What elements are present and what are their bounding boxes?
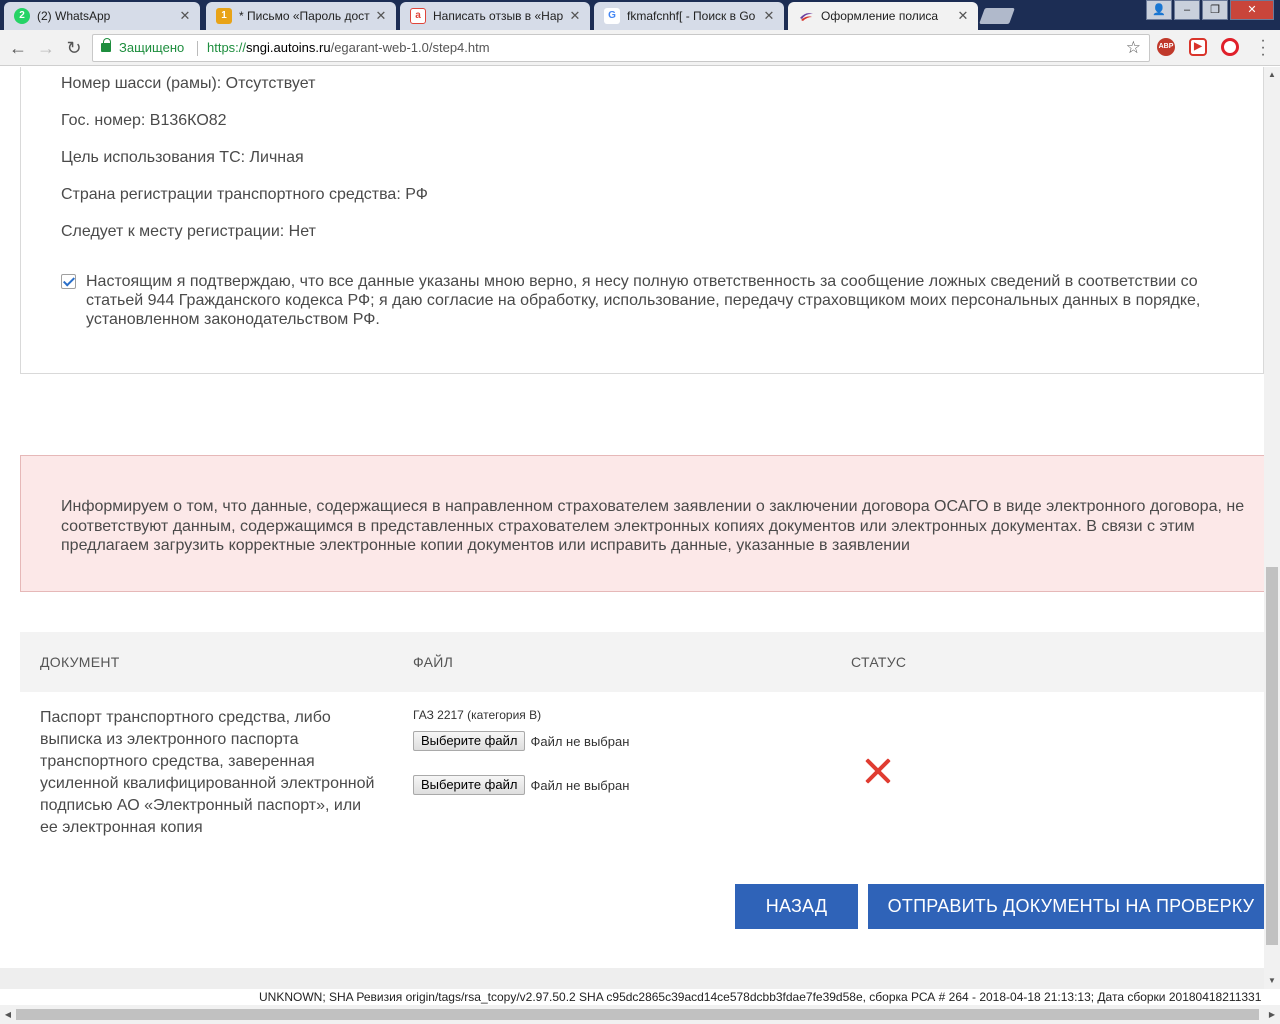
tab-oformlenie[interactable]: Оформление полиса ✕ <box>788 2 978 30</box>
close-icon[interactable]: ✕ <box>762 8 776 24</box>
build-info: UNKNOWN; SHA Ревизия origin/tags/rsa_tco… <box>259 990 1262 1004</box>
file-caption: ГАЗ 2217 (категория В) <box>413 708 542 722</box>
lock-icon <box>101 38 111 52</box>
back-arrow-icon[interactable]: ← <box>6 36 30 60</box>
bookmark-star-icon[interactable]: ☆ <box>1126 35 1141 61</box>
tab-title: fkmafcnhf[ - Поиск в Go <box>627 9 756 23</box>
column-file: ФАЙЛ <box>413 654 454 670</box>
maximize-icon[interactable]: ❐ <box>1202 0 1228 20</box>
warning-alert: Информируем о том, что данные, содержащи… <box>20 455 1264 592</box>
choose-file-button[interactable]: Выберите файл <box>413 775 526 795</box>
mail-icon: 1 <box>216 8 232 24</box>
tab-title: Написать отзыв в «Нар <box>433 9 564 23</box>
opera-icon[interactable] <box>1221 38 1239 56</box>
secure-label: Защищено <box>119 40 185 55</box>
tab-mail[interactable]: 1 * Письмо «Пароль досту ✕ <box>206 2 396 30</box>
close-icon[interactable]: ✕ <box>374 8 388 24</box>
url-path: /egarant-web-1.0/step4.htm <box>330 40 490 55</box>
tab-strip: 2 (2) WhatsApp ✕ 1 * Письмо «Пароль дост… <box>0 0 1280 30</box>
vehicle-chassis: Номер шасси (рамы): Отсутствует <box>61 75 316 92</box>
page-viewport: Номер шасси (рамы): Отсутствует Гос. ном… <box>0 67 1264 989</box>
cross-icon <box>864 757 892 785</box>
tab-irecommend[interactable]: a Написать отзыв в «Нар ✕ <box>400 2 590 30</box>
window-close-icon[interactable]: ✕ <box>1230 0 1274 20</box>
extension-icon[interactable]: ▶ <box>1189 38 1207 56</box>
vehicle-purpose: Цель использования ТС: Личная <box>61 149 304 166</box>
choose-file-button[interactable]: Выберите файл <box>413 731 526 751</box>
scroll-down-icon[interactable]: ▼ <box>1264 973 1280 989</box>
documents-table-header: ДОКУМЕНТ ФАЙЛ СТАТУС <box>20 632 1264 692</box>
vehicle-plate: Гос. номер: В136КО82 <box>61 112 227 129</box>
file-input[interactable]: Выберите файл Файл не выбран <box>413 731 629 751</box>
divider <box>197 41 198 56</box>
tab-title: Оформление полиса <box>821 9 939 23</box>
close-icon[interactable]: ✕ <box>956 8 970 24</box>
scroll-thumb[interactable] <box>16 1009 1259 1020</box>
file-status-text: Файл не выбран <box>530 777 630 793</box>
scroll-up-icon[interactable]: ▲ <box>1264 67 1280 83</box>
forward-arrow-icon[interactable]: → <box>34 36 58 60</box>
irecommend-icon: a <box>410 8 426 24</box>
url-scheme: https:// <box>207 40 247 55</box>
column-status: СТАТУС <box>851 654 907 670</box>
close-icon[interactable]: ✕ <box>178 8 192 24</box>
tab-title: * Письмо «Пароль досту <box>239 9 370 23</box>
tab-whatsapp[interactable]: 2 (2) WhatsApp ✕ <box>4 2 200 30</box>
adblock-icon[interactable]: ABP <box>1157 38 1175 56</box>
reload-icon[interactable]: ↻ <box>62 36 86 60</box>
scroll-right-icon[interactable]: ▶ <box>1264 1005 1280 1024</box>
minimize-icon[interactable]: ‒ <box>1174 0 1200 20</box>
tab-title: (2) WhatsApp <box>37 9 111 23</box>
back-button[interactable]: НАЗАД <box>735 884 858 929</box>
browser-toolbar: ← → ↻ Защищено https://sngi.autoins.ru/e… <box>0 30 1280 66</box>
file-status-text: Файл не выбран <box>530 733 630 749</box>
google-icon: G <box>604 8 620 24</box>
tab-google[interactable]: G fkmafcnhf[ - Поиск в Go ✕ <box>594 2 784 30</box>
submit-documents-button[interactable]: ОТПРАВИТЬ ДОКУМЕНТЫ НА ПРОВЕРКУ <box>868 884 1264 929</box>
address-bar[interactable]: Защищено https://sngi.autoins.ru/egarant… <box>92 34 1150 62</box>
alert-text: Информируем о том, что данные, содержащи… <box>61 498 1245 554</box>
whatsapp-icon: 2 <box>14 8 30 24</box>
horizontal-scrollbar[interactable]: ◀ ▶ <box>0 1005 1280 1024</box>
page-footer <box>0 968 1264 989</box>
new-tab-button[interactable] <box>979 8 1015 24</box>
scroll-left-icon[interactable]: ◀ <box>0 1005 16 1024</box>
consent-checkbox[interactable] <box>61 274 76 289</box>
autoins-icon <box>798 8 814 24</box>
document-name: Паспорт транспортного средства, либо вып… <box>40 709 375 836</box>
vehicle-country: Страна регистрации транспортного средств… <box>61 186 428 203</box>
browser-menu-icon[interactable]: · · · <box>1258 33 1268 63</box>
file-input[interactable]: Выберите файл Файл не выбран <box>413 775 629 795</box>
url-host: sngi.autoins.ru <box>246 40 331 55</box>
vertical-scrollbar[interactable]: ▲ ▼ <box>1264 67 1280 989</box>
user-icon[interactable]: 👤 <box>1146 0 1172 20</box>
vehicle-follows-registration: Следует к месту регистрации: Нет <box>61 223 316 240</box>
consent-text: Настоящим я подтверждаю, что все данные … <box>86 273 1201 328</box>
url-text[interactable]: https://sngi.autoins.ru/egarant-web-1.0/… <box>207 35 490 61</box>
scroll-thumb[interactable] <box>1266 567 1278 945</box>
close-icon[interactable]: ✕ <box>568 8 582 24</box>
column-document: ДОКУМЕНТ <box>40 654 120 670</box>
